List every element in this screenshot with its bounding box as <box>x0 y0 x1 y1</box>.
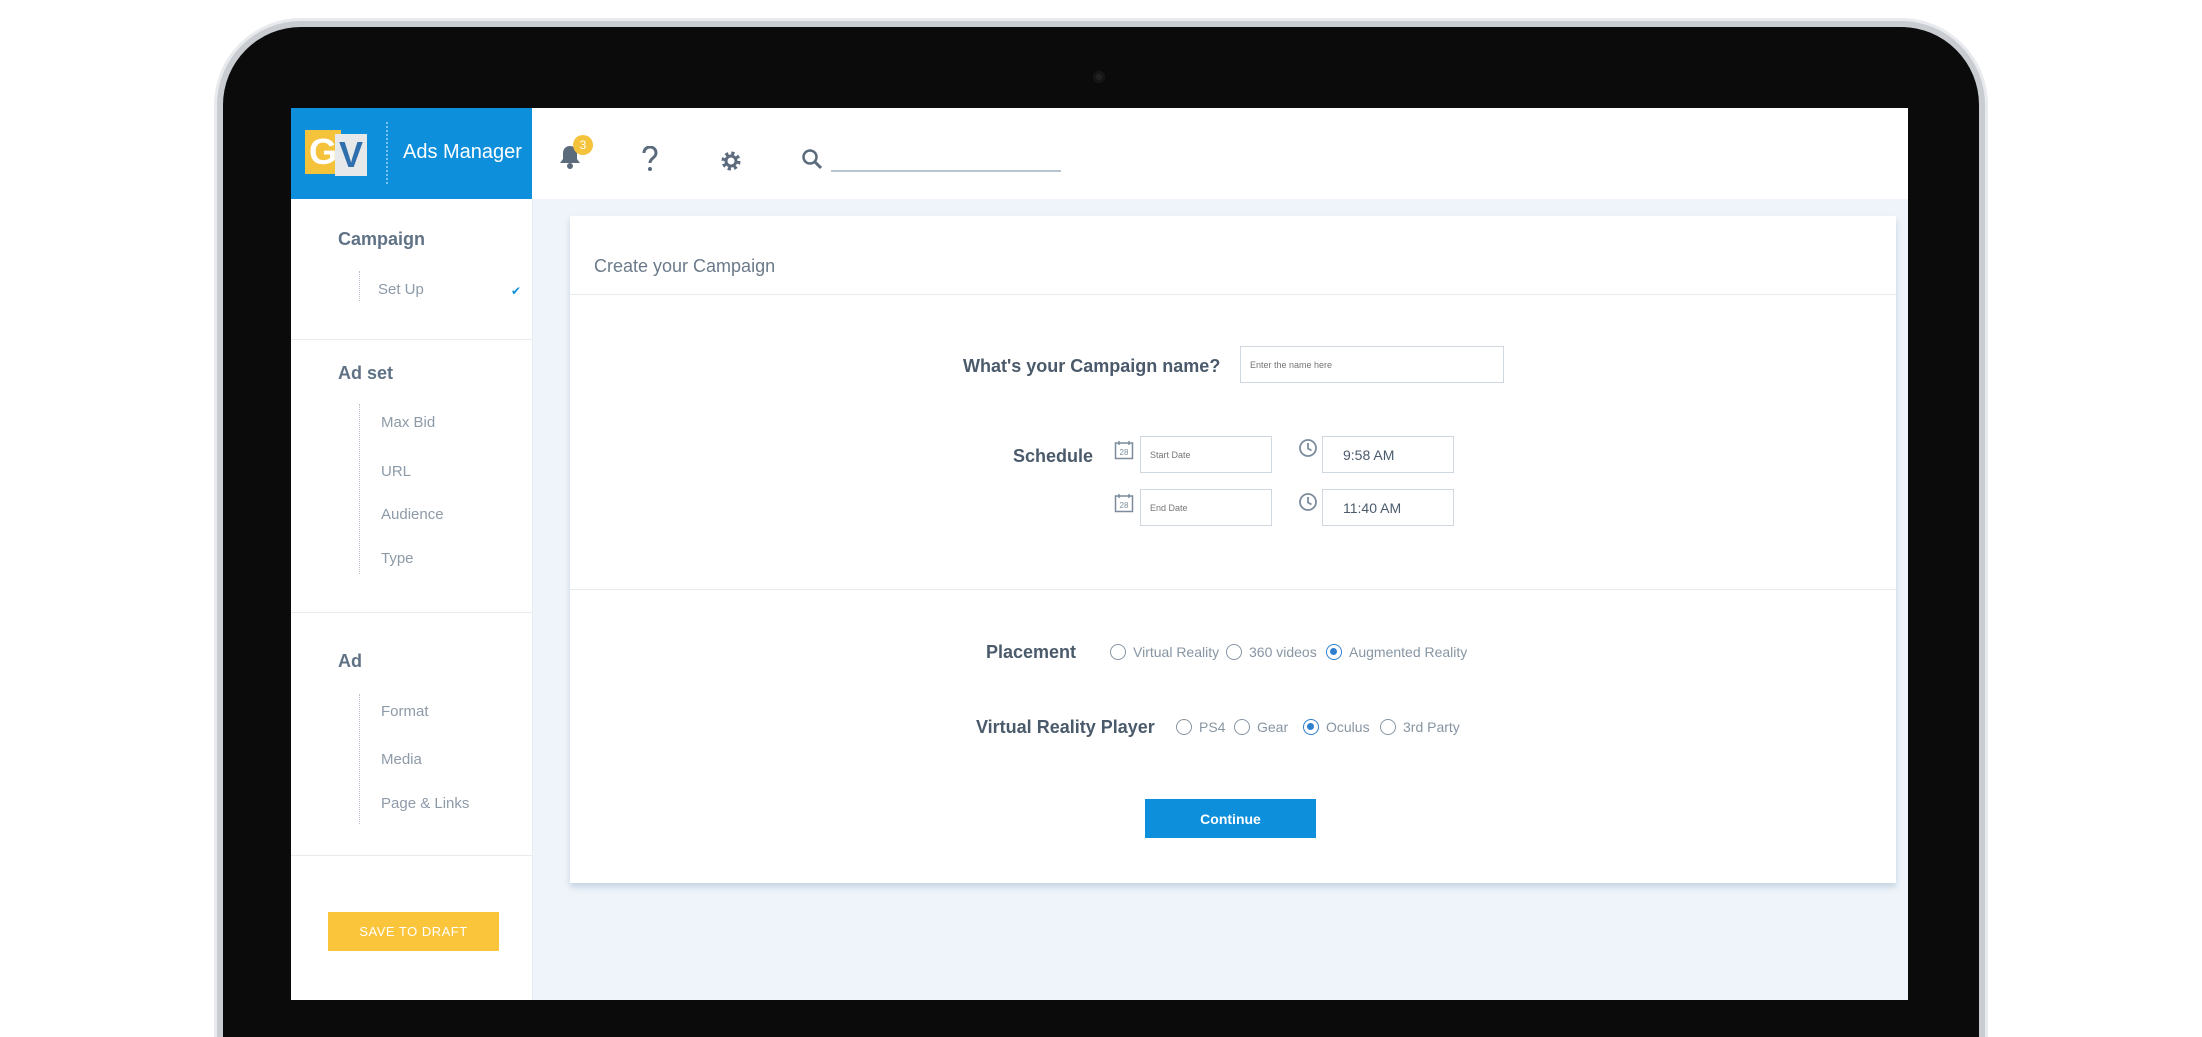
app-screen: G V Ads Manager 3 Campaign Set Up ✔ Ad s… <box>291 108 1908 1000</box>
player-option-ps4[interactable]: PS4 <box>1176 719 1225 735</box>
help-icon[interactable] <box>641 145 659 177</box>
webcam <box>1093 71 1105 83</box>
campaign-name-input[interactable] <box>1240 346 1504 383</box>
radio-label: Gear <box>1257 719 1289 735</box>
save-to-draft-button[interactable]: SAVE TO DRAFT <box>328 912 499 951</box>
logo-v: V <box>335 134 367 176</box>
radio-button-selected[interactable] <box>1326 644 1342 660</box>
radio-button-selected[interactable] <box>1303 719 1319 735</box>
radio-label: PS4 <box>1199 719 1226 735</box>
gear-icon[interactable] <box>719 149 743 178</box>
radio-label: Augmented Reality <box>1349 644 1468 660</box>
sidebar-divider <box>291 339 532 340</box>
sidebar-item-page-links[interactable]: Page & Links <box>381 795 469 812</box>
sidebar-divider <box>291 612 532 613</box>
brand-header[interactable]: G V Ads Manager <box>291 108 532 199</box>
placement-option-virtual-reality[interactable]: Virtual Reality <box>1110 644 1219 660</box>
clock-icon[interactable] <box>1298 492 1318 517</box>
radio-label: Virtual Reality <box>1133 644 1220 660</box>
campaign-form-card: Create your Campaign What's your Campaig… <box>570 216 1896 883</box>
tree-line <box>359 694 360 824</box>
sidebar-section-campaign[interactable]: Campaign <box>338 229 425 250</box>
sidebar: Campaign Set Up ✔ Ad set Max Bid URL Aud… <box>291 199 533 1000</box>
end-time-input[interactable] <box>1322 489 1454 526</box>
start-time-input[interactable] <box>1322 436 1454 473</box>
campaign-name-label: What's your Campaign name? <box>963 356 1221 376</box>
sidebar-item-url[interactable]: URL <box>381 463 411 480</box>
tree-line <box>359 271 360 301</box>
sidebar-section-ad-set[interactable]: Ad set <box>338 363 393 384</box>
sidebar-item-media[interactable]: Media <box>381 751 422 768</box>
start-date-input[interactable] <box>1140 436 1272 473</box>
placement-option-360-videos[interactable]: 360 videos <box>1226 644 1317 660</box>
sidebar-section-ad[interactable]: Ad <box>338 651 362 672</box>
placement-label: Placement <box>986 642 1077 662</box>
logo: G V <box>305 130 369 176</box>
form-divider <box>570 589 1896 590</box>
continue-button[interactable]: Continue <box>1145 799 1316 838</box>
player-option-3rd-party[interactable]: 3rd Party <box>1380 719 1460 735</box>
radio-button[interactable] <box>1380 719 1396 735</box>
radio-button[interactable] <box>1110 644 1126 660</box>
radio-button[interactable] <box>1234 719 1250 735</box>
search-input[interactable] <box>831 164 1061 172</box>
schedule-label: Schedule <box>1013 446 1094 466</box>
placement-option-augmented-reality[interactable]: Augmented Reality <box>1326 644 1467 660</box>
calendar-icon[interactable]: 28 <box>1114 493 1134 518</box>
calendar-icon[interactable]: 28 <box>1114 440 1134 465</box>
tree-line <box>359 404 360 574</box>
radio-label: Oculus <box>1326 719 1370 735</box>
end-date-input[interactable] <box>1140 489 1272 526</box>
svg-text:28: 28 <box>1120 448 1129 457</box>
form-divider <box>570 294 1896 295</box>
sidebar-item-max-bid[interactable]: Max Bid <box>381 414 435 431</box>
brand-divider <box>386 122 388 184</box>
search-icon[interactable] <box>801 148 823 175</box>
player-option-oculus[interactable]: Oculus <box>1303 719 1370 735</box>
sidebar-item-type[interactable]: Type <box>381 550 414 567</box>
top-bar: G V Ads Manager 3 <box>291 108 1908 199</box>
check-icon: ✔ <box>511 284 522 298</box>
player-option-gear[interactable]: Gear <box>1234 719 1288 735</box>
radio-label: 360 videos <box>1249 644 1317 660</box>
sidebar-item-format[interactable]: Format <box>381 703 429 720</box>
sidebar-divider <box>291 855 532 856</box>
clock-icon[interactable] <box>1298 438 1318 463</box>
radio-button[interactable] <box>1176 719 1192 735</box>
vr-player-label: Virtual Reality Player <box>976 717 1155 737</box>
radio-button[interactable] <box>1226 644 1242 660</box>
notification-badge: 3 <box>573 135 593 155</box>
radio-label: 3rd Party <box>1403 719 1460 735</box>
svg-text:28: 28 <box>1120 501 1129 510</box>
app-title: Ads Manager <box>403 141 522 163</box>
form-title: Create your Campaign <box>594 256 776 276</box>
sidebar-item-set-up[interactable]: Set Up <box>378 281 424 298</box>
sidebar-item-audience[interactable]: Audience <box>381 506 444 523</box>
